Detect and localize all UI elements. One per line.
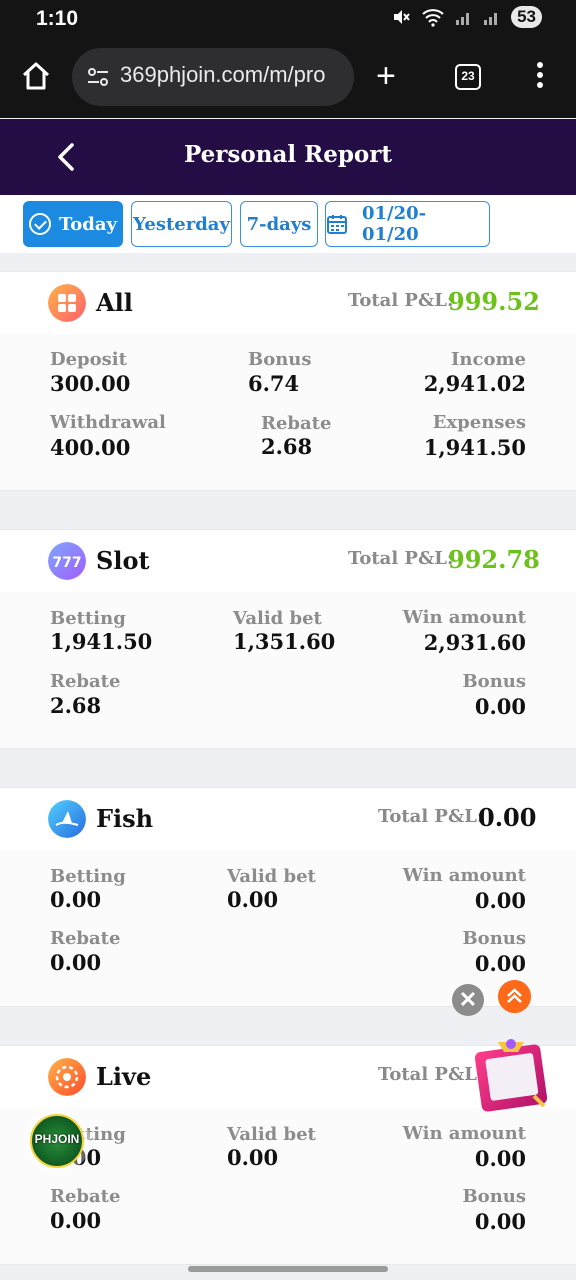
brand-badge-logo[interactable]: PHJOIN: [30, 1114, 84, 1168]
page-title: Personal Report: [184, 141, 392, 168]
valid-bet-value: 0.00: [227, 887, 279, 912]
status-icons: 53: [391, 6, 542, 28]
rebate-label: Rebate: [50, 1186, 121, 1207]
win-amount-label: Win amount: [402, 607, 526, 628]
check-circle-icon: [28, 213, 51, 235]
date-range-picker[interactable]: 01/20- 01/20: [325, 201, 490, 247]
filter-yesterday-label: Yesterday: [133, 213, 230, 235]
slot-category-icon: 777: [48, 542, 86, 580]
card-header: 777 Slot Total P&L: 992.78: [0, 530, 576, 592]
total-pl-label: Total P&L:: [348, 290, 454, 311]
rebate-value: 0.00: [50, 1208, 102, 1233]
mute-icon: [394, 10, 410, 24]
status-bar: 1:10 53: [0, 0, 576, 38]
win-amount-label: Win amount: [402, 1123, 526, 1144]
bonus-value: 6.74: [248, 371, 300, 396]
win-amount-label: Win amount: [402, 865, 526, 886]
total-pl-label: Total P&L:: [378, 806, 484, 827]
total-pl-label: Total P&L:: [348, 548, 454, 569]
total-pl-value: 992.78: [448, 545, 540, 574]
rebate-label: Rebate: [50, 928, 121, 949]
filter-today-button[interactable]: Today: [23, 201, 123, 247]
date-range-label: 01/20- 01/20: [361, 203, 427, 245]
browser-toolbar: 369phjoin.com/m/pro + 23: [0, 38, 576, 118]
win-amount-value: 2,931.60: [423, 630, 526, 655]
withdrawal-value: 400.00: [50, 435, 131, 460]
betting-label: Betting: [50, 608, 126, 629]
rebate-value: 2.68: [261, 434, 313, 459]
valid-bet-label: Valid bet: [227, 1124, 316, 1145]
valid-bet-value: 1,351.60: [233, 629, 336, 654]
deposit-value: 300.00: [50, 371, 131, 396]
live-category-icon: [48, 1058, 86, 1096]
filter-7days-button[interactable]: 7-days: [240, 201, 318, 247]
category-name: Fish: [96, 804, 154, 833]
withdrawal-label: Withdrawal: [50, 412, 166, 433]
brand-badge-text: PHJOIN: [34, 1132, 80, 1146]
bonus-label: Bonus: [462, 671, 526, 692]
bonus-value: 0.00: [474, 951, 526, 976]
win-amount-value: 0.00: [474, 1146, 526, 1171]
valid-bet-label: Valid bet: [233, 608, 322, 629]
filter-7days-label: 7-days: [246, 213, 312, 235]
rebate-label: Rebate: [50, 671, 121, 692]
wifi-icon: [422, 9, 444, 27]
status-time: 1:10: [36, 7, 79, 30]
bonus-value: 0.00: [474, 1209, 526, 1234]
new-tab-icon[interactable]: +: [376, 58, 396, 94]
report-card-slot: 777 Slot Total P&L: 992.78 Betting 1,941…: [0, 529, 576, 749]
home-indicator: [188, 1266, 388, 1272]
category-name: Live: [96, 1062, 152, 1091]
income-label: Income: [451, 349, 526, 370]
home-icon[interactable]: [18, 58, 54, 94]
category-name: All: [96, 288, 133, 317]
filter-today-label: Today: [58, 213, 118, 235]
bonus-label: Bonus: [248, 349, 312, 370]
bonus-label: Bonus: [462, 928, 526, 949]
url-text[interactable]: 369phjoin.com/m/pro: [120, 62, 325, 88]
all-category-icon: [48, 284, 86, 322]
signal-icon-2: [484, 13, 498, 25]
income-value: 2,941.02: [423, 371, 526, 396]
betting-label: Betting: [50, 866, 126, 887]
rebate-value: 2.68: [50, 693, 102, 718]
battery-indicator: 53: [511, 6, 542, 28]
total-pl-label: Total P&L:: [378, 1064, 484, 1085]
expenses-value: 1,941.50: [423, 435, 526, 460]
total-pl-value: 999.52: [448, 287, 540, 316]
close-float-button[interactable]: ✕: [452, 984, 484, 1016]
signal-icon: [456, 13, 470, 25]
svg-text:777: 777: [52, 555, 81, 571]
betting-value: 0.00: [50, 887, 102, 912]
card-header: All Total P&L: 999.52: [0, 272, 576, 334]
gift-box-icon[interactable]: [474, 1036, 556, 1116]
filter-yesterday-button[interactable]: Yesterday: [131, 201, 232, 247]
betting-value: 1,941.50: [50, 629, 153, 654]
win-amount-value: 0.00: [474, 888, 526, 913]
deposit-label: Deposit: [50, 349, 127, 370]
report-card-fish: Fish Total P&L: 0.00 Betting 0.00 Valid …: [0, 787, 576, 1007]
report-card-all: All Total P&L: 999.52 Deposit 300.00 Bon…: [0, 271, 576, 491]
valid-bet-label: Valid bet: [227, 866, 316, 887]
calendar-icon: [326, 215, 347, 234]
category-name: Slot: [96, 546, 150, 575]
valid-bet-value: 0.00: [227, 1145, 279, 1170]
site-settings-icon[interactable]: [86, 66, 110, 88]
rebate-value: 0.00: [50, 950, 102, 975]
tab-switcher-button[interactable]: 23: [455, 64, 481, 90]
scroll-top-icon[interactable]: [498, 980, 531, 1013]
address-bar[interactable]: 369phjoin.com/m/pro: [72, 48, 354, 106]
bonus-value: 0.00: [474, 694, 526, 719]
date-filter-bar: Today Yesterday 7-days 01/20- 01/20: [0, 195, 576, 253]
page-header: Personal Report: [0, 119, 576, 195]
card-header: Fish Total P&L: 0.00: [0, 788, 576, 850]
rebate-label: Rebate: [261, 413, 332, 434]
fish-category-icon: [48, 800, 86, 838]
total-pl-value: 0.00: [478, 803, 537, 832]
more-menu-icon[interactable]: [530, 62, 550, 94]
bonus-label: Bonus: [462, 1186, 526, 1207]
expenses-label: Expenses: [432, 412, 526, 433]
